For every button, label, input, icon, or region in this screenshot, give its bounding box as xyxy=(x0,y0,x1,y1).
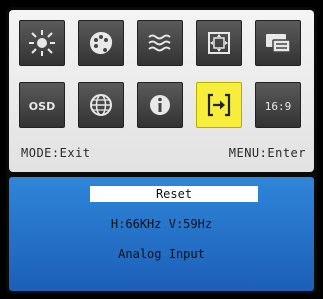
input-signal-label: Analog Input xyxy=(118,247,205,261)
icon-grid: OSD 16:9 xyxy=(19,20,301,128)
wave-icon xyxy=(148,34,171,52)
brightness-tile[interactable] xyxy=(19,20,65,66)
color-tile[interactable] xyxy=(78,20,124,66)
reset-tile[interactable] xyxy=(196,82,242,128)
globe-icon xyxy=(90,94,112,116)
svg-text:16:9: 16:9 xyxy=(265,100,292,113)
osd-menu: OSD 16:9 MODE:Exit MENU:Enter Reset H:66… xyxy=(6,7,317,294)
mode-exit-hint: MODE:Exit xyxy=(21,146,91,160)
frequency-readout: H:66KHz V:59Hz xyxy=(110,217,213,231)
svg-text:OSD: OSD xyxy=(29,100,55,113)
input-tile[interactable] xyxy=(255,20,301,66)
image-position-icon xyxy=(208,32,230,54)
reset-detail-panel: Reset H:66KHz V:59Hz Analog Input xyxy=(9,177,314,291)
position-tile[interactable] xyxy=(196,20,242,66)
brightness-icon xyxy=(29,30,55,56)
input-source-icon xyxy=(266,34,291,53)
aspect-ratio-tile[interactable]: 16:9 xyxy=(255,82,301,128)
icon-menu-panel: OSD 16:9 MODE:Exit MENU:Enter xyxy=(9,10,314,172)
information-tile[interactable] xyxy=(137,82,183,128)
reset-button[interactable]: Reset xyxy=(90,186,258,202)
osd-tile[interactable]: OSD xyxy=(19,82,65,128)
menu-enter-hint: MENU:Enter xyxy=(228,146,306,160)
info-icon xyxy=(150,95,170,115)
color-palette-icon xyxy=(90,32,113,54)
noise-tile[interactable] xyxy=(137,20,183,66)
osd-icon: OSD xyxy=(29,100,55,113)
aspect-ratio-icon: 16:9 xyxy=(265,100,292,113)
language-tile[interactable] xyxy=(78,82,124,128)
reset-icon xyxy=(207,93,231,117)
